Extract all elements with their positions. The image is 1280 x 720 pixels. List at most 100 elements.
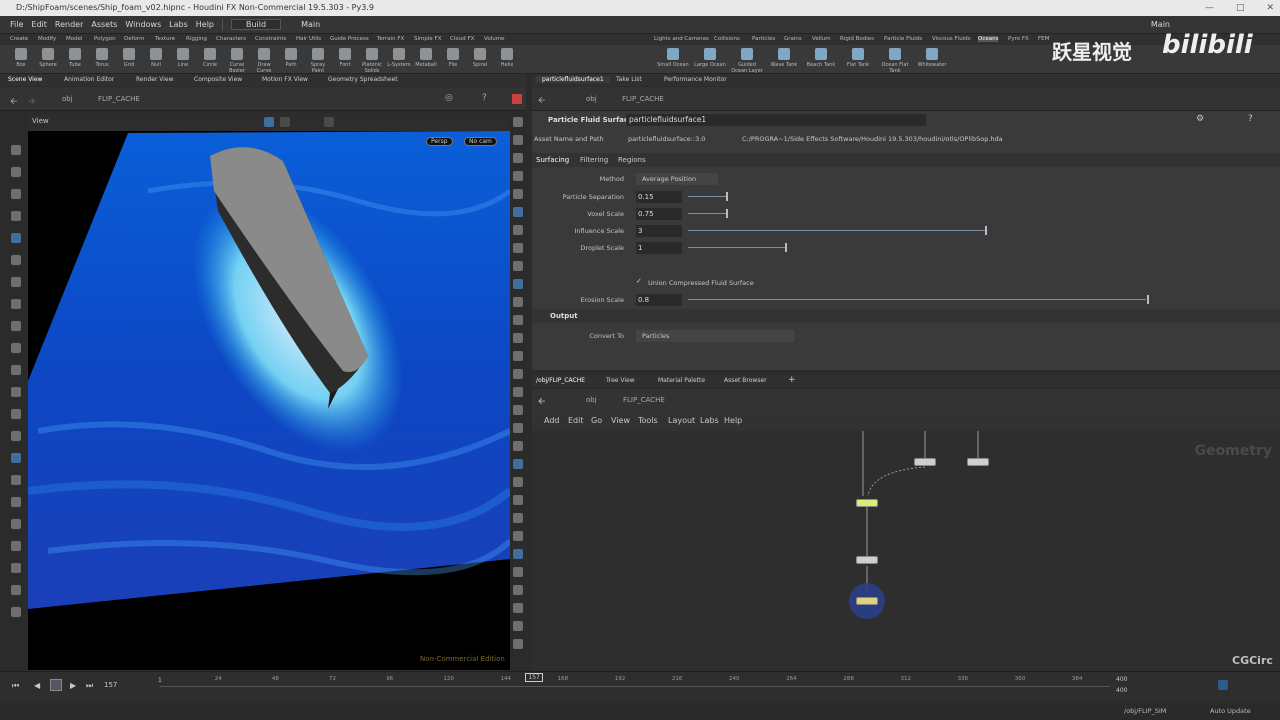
shelf-tab[interactable]: Model [66,36,83,42]
shelf-tool[interactable]: Metaball [413,47,439,68]
current-frame-field[interactable]: 157 [104,681,117,689]
path-obj[interactable]: obj [586,95,597,103]
parameter-field[interactable]: 1 [636,242,682,254]
parameter-slider-handle[interactable] [985,226,987,235]
camera-menu[interactable]: No cam [464,137,497,146]
node-name-field[interactable]: particlefluidsurface1 [626,114,926,126]
tab-network[interactable]: /obj/FLIP_CACHE [536,377,585,384]
display-option-icon[interactable] [513,297,523,307]
path-obj[interactable]: obj [586,396,597,404]
viewer-tool-icon[interactable] [11,211,21,221]
build-dropdown[interactable]: Build [231,19,282,30]
back-arrow-icon[interactable]: 🡨 [10,94,17,110]
display-option-icon[interactable] [513,531,523,541]
help-icon[interactable]: ? [1248,114,1253,124]
shelf-tool[interactable]: Line [170,47,196,68]
tab-surfacing[interactable]: Surfacing [536,156,569,164]
shelf-tab[interactable]: Pyro FX [1008,36,1029,42]
shelf-tool[interactable]: Large Ocean [693,47,727,68]
tab-geometry-spreadsheet[interactable]: Geometry Spreadsheet [328,76,398,83]
viewer-tool-icon[interactable] [11,585,21,595]
viewer-tool-icon[interactable] [11,453,21,463]
shelf-tool[interactable]: Guided Ocean Layer [730,47,764,74]
camera-icon[interactable] [324,117,334,127]
menu-help[interactable]: Help [724,416,742,425]
shelf-tab[interactable]: Particle Fluids [884,36,922,42]
viewer-tool-icon[interactable] [11,189,21,199]
go-start-icon[interactable]: ⏮ [12,681,19,691]
shelf-tool[interactable]: Whitewater [915,47,949,68]
node-blast1[interactable] [914,458,936,466]
add-tab-icon[interactable]: + [788,375,796,385]
shelf-tab[interactable]: Polygon [94,36,116,42]
shelf-tab[interactable]: Simple FX [414,36,441,42]
shelf-tool[interactable]: Helix [494,47,520,68]
erosion-slider-handle[interactable] [1147,295,1149,304]
shelf-tab[interactable]: Constraints [255,36,286,42]
shelf-tab[interactable]: FEM [1038,36,1049,42]
display-option-icon[interactable] [513,405,523,415]
shelf-tab[interactable]: Viscous Fluids [932,36,971,42]
tab-material-palette[interactable]: Material Palette [658,377,705,384]
end-frame-2[interactable]: 400 [1116,687,1127,694]
union-checkbox-icon[interactable]: ✓ [636,277,642,285]
viewer-tool-icon[interactable] [11,519,21,529]
shelf-tool[interactable]: Torus [89,47,115,68]
back-arrow-icon[interactable]: 🡨 [538,394,545,410]
display-option-icon[interactable] [513,315,523,325]
display-option-icon[interactable] [513,621,523,631]
shelf-tab[interactable]: Create [10,36,28,42]
path-node[interactable]: FLIP_CACHE [98,95,140,103]
display-icon[interactable] [280,117,290,127]
shelf-tool[interactable]: Platonic Solids [359,47,385,74]
shelf-tab[interactable]: Particles [752,36,775,42]
menu-edit[interactable]: Edit [31,20,47,29]
viewer-tool-icon[interactable] [11,541,21,551]
shelf-tool[interactable]: L-System [386,47,412,68]
play-forward-icon[interactable]: ▶ [70,681,76,690]
minimize-icon[interactable]: — [1205,0,1214,16]
display-option-icon[interactable] [513,603,523,613]
shelf-tool[interactable]: Sphere [35,47,61,68]
erosion-slider-track[interactable] [688,299,1146,300]
menu-assets[interactable]: Assets [91,20,117,29]
viewer-tool-icon[interactable] [11,497,21,507]
menu-add[interactable]: Add [544,416,560,425]
back-arrow-icon[interactable]: 🡨 [538,93,545,109]
play-back-icon[interactable]: ◀ [34,681,40,690]
shelf-tab[interactable]: Modify [38,36,56,42]
shelf-tab[interactable]: Rigging [186,36,207,42]
viewer-tool-icon[interactable] [11,475,21,485]
tab-take-list[interactable]: Take List [616,76,642,83]
menu-labs[interactable]: Labs [700,416,719,425]
display-option-icon[interactable] [513,441,523,451]
display-option-icon[interactable] [513,495,523,505]
menu-go[interactable]: Go [591,416,602,425]
shelf-tool[interactable]: Spiral [467,47,493,68]
tab-motion-fx-view[interactable]: Motion FX View [262,76,308,83]
display-option-icon[interactable] [513,477,523,487]
viewer-tool-icon[interactable] [11,321,21,331]
shelf-tab[interactable]: Deform [124,36,144,42]
display-option-icon[interactable] [513,333,523,343]
path-node[interactable]: FLIP_CACHE [622,95,664,103]
menu-view[interactable]: View [611,416,630,425]
shelf-tab[interactable]: Guide Process [330,36,369,42]
display-option-icon[interactable] [513,171,523,181]
viewer-tool-icon[interactable] [11,409,21,419]
shelf-tab[interactable]: Terrain FX [377,36,404,42]
close-icon[interactable]: ✕ [1266,0,1274,16]
viewer-tool-icon[interactable] [11,145,21,155]
display-option-icon[interactable] [513,387,523,397]
asset-path-value[interactable]: C:/PROGRA~1/Side Effects Software/Houdin… [742,135,1003,143]
viewer-tool-icon[interactable] [11,299,21,309]
shelf-tool[interactable]: Curve Bezier [224,47,250,74]
viewer-tool-icon[interactable] [11,167,21,177]
display-option-icon[interactable] [513,567,523,577]
shelf-tool[interactable]: Small Ocean [656,47,690,68]
viewer-tool-icon[interactable] [11,277,21,287]
parameter-field[interactable]: 0.15 [636,191,682,203]
tab-composite-view[interactable]: Composite View [194,76,242,83]
convert-dropdown[interactable]: Particles [636,330,794,342]
shelf-tool[interactable]: Ocean Flat Tank [878,47,912,74]
